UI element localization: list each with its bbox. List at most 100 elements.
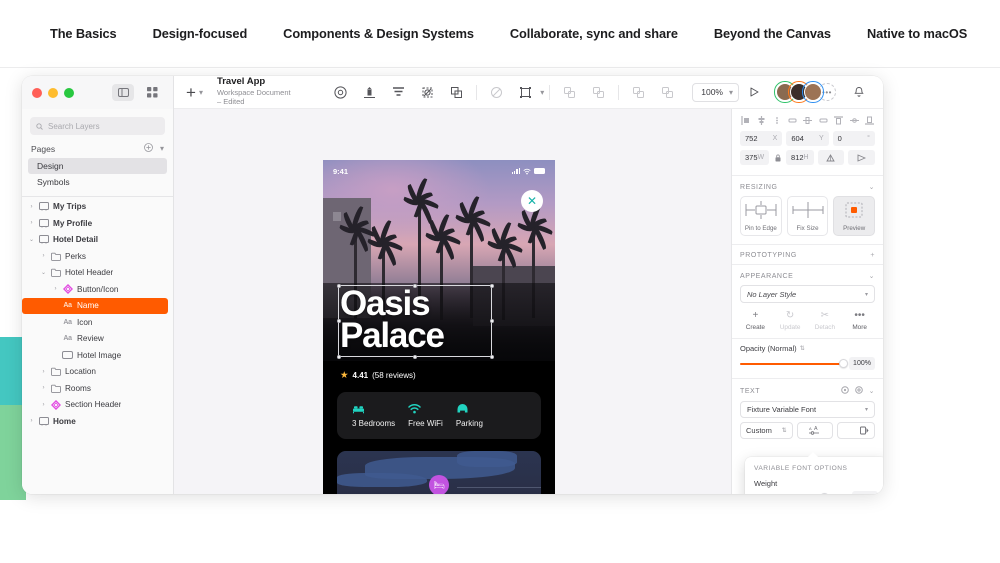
chevron-right-icon[interactable]: › — [38, 402, 49, 408]
height-input[interactable]: 812 H — [786, 150, 814, 165]
align-top-v-icon[interactable] — [833, 115, 844, 126]
lock-aspect-ratio-icon[interactable] — [773, 150, 782, 165]
opacity-slider-row[interactable]: 100% — [740, 357, 875, 370]
chevron-right-icon[interactable]: › — [50, 286, 61, 292]
scale-tool-icon[interactable] — [326, 80, 355, 104]
blend-mode-stepper-icon[interactable]: ⇅ — [800, 345, 805, 352]
toggle-layers-panel-icon[interactable] — [112, 84, 134, 101]
zoom-level-dropdown[interactable]: 100% ▾ — [692, 82, 739, 102]
layer-row-home[interactable]: › Home — [22, 413, 173, 430]
group-tool-chevron-icon[interactable]: ▾ — [540, 88, 544, 97]
resizing-collapse-chevron-icon[interactable]: ⌄ — [869, 183, 875, 191]
axis-row-weight[interactable]: 788.19 — [754, 491, 878, 494]
axis-value[interactable]: 788.19 — [852, 491, 878, 494]
resizing-preview[interactable]: Preview — [833, 196, 876, 236]
align-right-icon[interactable] — [787, 115, 798, 126]
search-layers-input[interactable]: Search Layers — [30, 117, 165, 135]
close-icon[interactable]: ✕ — [521, 190, 543, 212]
text-collapse-chevron-icon[interactable]: ⌄ — [869, 387, 875, 395]
nav-item-5[interactable]: Native to macOS — [867, 26, 967, 41]
map-thumbnail[interactable]: 🛏 — [337, 451, 541, 494]
design-canvas[interactable]: 9:41 ✕ Oasis Palace ★ 4.41 (58 reviews) … — [174, 109, 731, 494]
layer-row-button-icon[interactable]: › Button/Icon — [22, 281, 173, 298]
avatar[interactable] — [802, 81, 824, 103]
nav-item-1[interactable]: Design-focused — [153, 26, 248, 41]
prototyping-section-header[interactable]: PROTOTYPING + — [732, 244, 883, 264]
collapse-pages-chevron-icon[interactable]: ▾ — [160, 144, 164, 153]
opacity-slider-knob[interactable] — [838, 359, 848, 368]
nav-item-3[interactable]: Collaborate, sync and share — [510, 26, 678, 41]
layer-row-my-trips[interactable]: › My Trips — [22, 199, 173, 216]
chevron-right-icon[interactable]: › — [38, 369, 49, 375]
group-tool-icon[interactable] — [511, 80, 540, 104]
play-preview-icon[interactable] — [739, 80, 768, 104]
chevron-right-icon[interactable]: › — [26, 418, 37, 424]
notifications-bell-icon[interactable] — [844, 80, 873, 104]
layer-row-name[interactable]: Aa Name — [22, 297, 168, 314]
close-window-button[interactable] — [32, 87, 42, 98]
resizing-section-header[interactable]: RESIZING ⌄ — [732, 176, 883, 196]
resizing-fix-size[interactable]: Fix Size — [786, 196, 829, 236]
page-item-symbols[interactable]: Symbols — [28, 174, 167, 190]
minimize-window-button[interactable] — [48, 87, 58, 98]
layer-row-my-profile[interactable]: › My Profile — [22, 215, 173, 232]
appearance-section-header[interactable]: APPEARANCE ⌄ — [732, 264, 883, 285]
layer-style-dropdown[interactable]: No Layer Style ▾ — [740, 285, 875, 303]
text-section-header[interactable]: TEXT ⌄ — [732, 378, 883, 401]
align-bottom-icon[interactable] — [818, 115, 829, 126]
layer-row-location[interactable]: › Location — [22, 364, 173, 381]
nav-item-2[interactable]: Components & Design Systems — [283, 26, 474, 41]
align-top-icon[interactable] — [355, 80, 384, 104]
chevron-right-icon[interactable]: › — [38, 253, 49, 259]
layer-row-review[interactable]: Aa Review — [22, 331, 173, 348]
opacity-value[interactable]: 100% — [849, 357, 875, 370]
axis-slider-knob[interactable] — [820, 493, 830, 494]
artboard-hotel-detail[interactable]: 9:41 ✕ Oasis Palace ★ 4.41 (58 reviews) … — [323, 160, 555, 494]
rotation-input[interactable]: 0 ° — [832, 131, 875, 146]
layer-row-perks[interactable]: › Perks — [22, 248, 173, 265]
appearance-collapse-chevron-icon[interactable]: ⌄ — [869, 272, 875, 280]
style-action-more[interactable]: ••• More — [842, 310, 877, 331]
distribute-icon[interactable] — [384, 80, 413, 104]
chevron-down-icon[interactable]: ⌄ — [26, 236, 37, 243]
page-item-design[interactable]: Design — [28, 158, 167, 174]
x-position-input[interactable]: 752 X — [740, 131, 783, 146]
font-style-dropdown[interactable]: Custom ⇅ — [740, 422, 793, 439]
font-family-dropdown[interactable]: Fixture Variable Font ▾ — [740, 401, 875, 418]
nav-item-4[interactable]: Beyond the Canvas — [714, 26, 831, 41]
add-page-icon[interactable] — [144, 143, 153, 154]
grid-view-icon[interactable] — [141, 84, 163, 101]
add-prototype-link-icon[interactable]: + — [870, 252, 875, 259]
distribute-v-icon[interactable] — [849, 115, 860, 126]
text-color-swatch[interactable] — [836, 422, 875, 439]
align-center-h-icon[interactable] — [756, 115, 767, 126]
chevron-right-icon[interactable]: › — [26, 220, 37, 226]
maximize-window-button[interactable] — [64, 87, 74, 98]
layer-row-section-header[interactable]: › Section Header — [22, 397, 173, 414]
align-baseline-icon[interactable] — [864, 115, 875, 126]
layer-row-hotel-image[interactable]: Hotel Image — [22, 347, 173, 364]
y-position-input[interactable]: 604 Y — [786, 131, 829, 146]
text-gear-icon[interactable] — [854, 386, 863, 396]
layer-row-icon[interactable]: Aa Icon — [22, 314, 173, 331]
resizing-pin-to-edge[interactable]: Pin to Edge — [740, 196, 782, 236]
chevron-right-icon[interactable]: › — [26, 204, 37, 210]
chevron-right-icon[interactable]: › — [38, 385, 49, 391]
mask-tool-icon[interactable] — [413, 80, 442, 104]
insert-button[interactable]: + ▾ — [186, 84, 203, 101]
variable-font-options-button[interactable]: AA — [796, 422, 833, 439]
nav-item-0[interactable]: The Basics — [50, 26, 117, 41]
distribute-h-icon[interactable] — [771, 115, 782, 126]
combine-shapes-icon[interactable] — [442, 80, 471, 104]
align-middle-icon[interactable] — [802, 115, 813, 126]
opacity-slider-track[interactable] — [740, 359, 848, 368]
width-input[interactable]: 375 W — [740, 150, 770, 165]
align-left-icon[interactable] — [740, 115, 751, 126]
layer-row-rooms[interactable]: › Rooms — [22, 380, 173, 397]
collaborator-avatars[interactable]: ••• — [774, 81, 836, 103]
style-action-create[interactable]: + Create — [738, 310, 773, 331]
layer-row-hotel-header[interactable]: ⌄ Hotel Header — [22, 265, 173, 282]
layer-row-hotel-detail[interactable]: ⌄ Hotel Detail — [22, 232, 173, 249]
text-settings-icon[interactable] — [840, 386, 849, 396]
flip-vertical-button[interactable] — [848, 150, 876, 165]
